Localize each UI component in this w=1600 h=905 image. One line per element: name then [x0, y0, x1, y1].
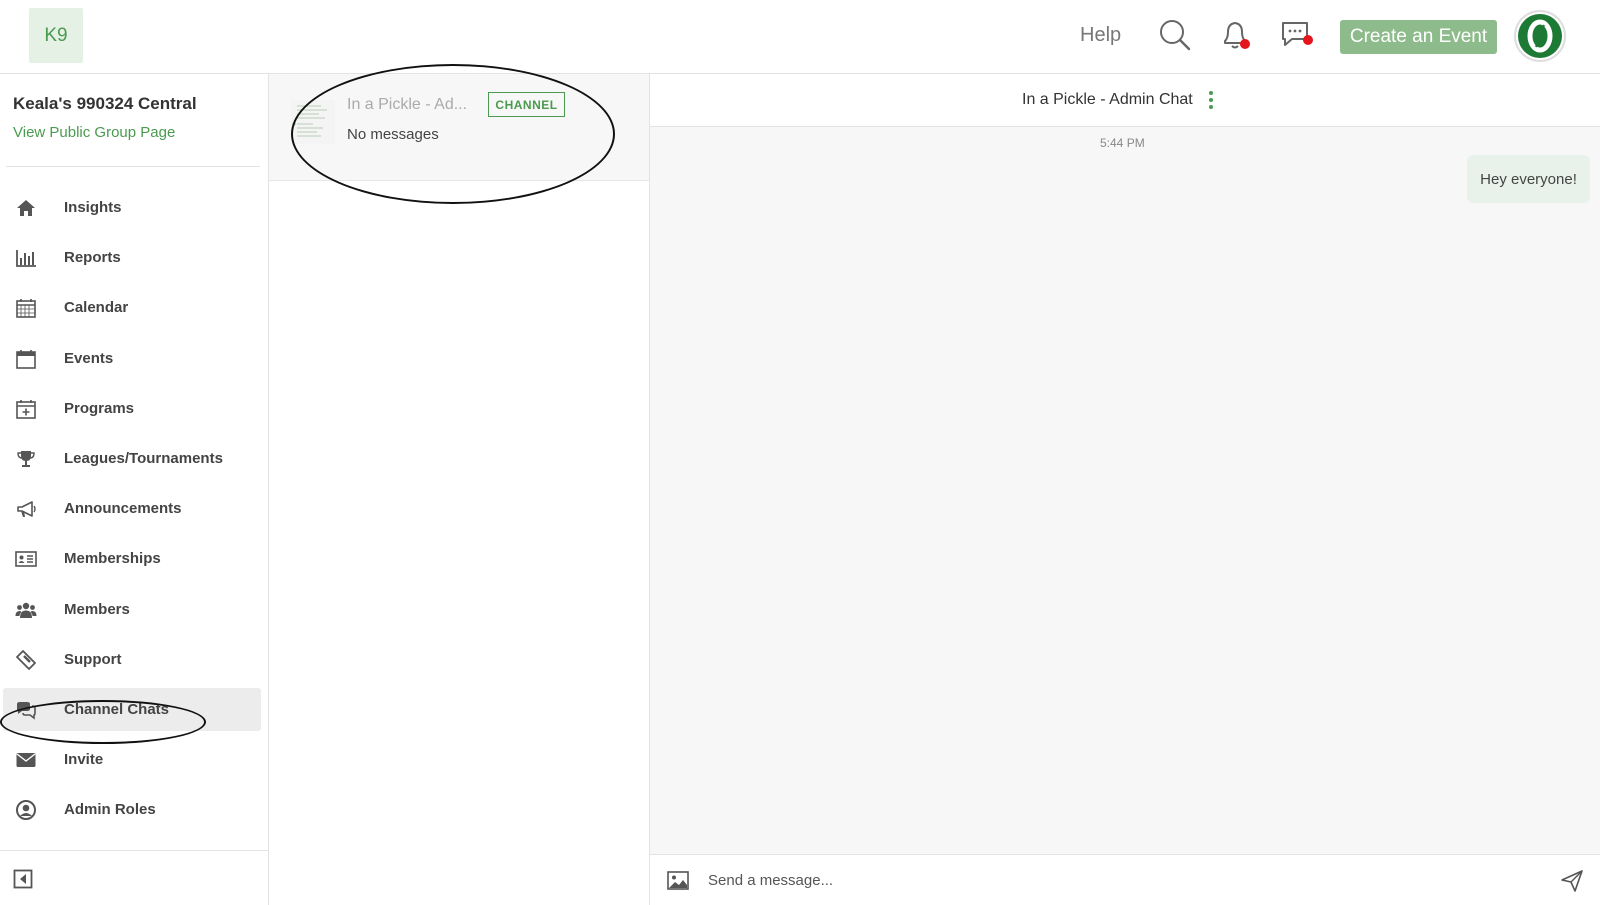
sidebar-item-invite[interactable]: Invite: [3, 738, 261, 781]
sidebar-item-events[interactable]: Events: [3, 337, 261, 380]
message-input[interactable]: [708, 865, 1508, 895]
ticket-icon: [16, 649, 36, 670]
help-link[interactable]: Help: [1080, 24, 1121, 47]
sidebar-item-label: Members: [64, 600, 130, 618]
avatar-logo-icon: [1527, 19, 1553, 53]
top-bar: K9 Help Create an Event: [0, 0, 1600, 74]
sidebar-nav: Insights Reports Calendar Events Program…: [3, 186, 261, 838]
sidebar-item-label: Admin Roles: [64, 801, 156, 819]
bell-icon[interactable]: [1218, 18, 1252, 52]
channel-list-item[interactable]: In a Pickle - Ad... CHANNEL No messages: [269, 74, 649, 181]
sidebar-item-label: Reports: [64, 249, 121, 267]
chat-panel: In a Pickle - Admin Chat 5:44 PM Hey eve…: [650, 74, 1600, 905]
calendar-icon: [16, 349, 36, 369]
sidebar-item-label: Channel Chats: [64, 700, 170, 718]
sidebar-item-label: Programs: [64, 399, 135, 417]
sidebar-item-label: Memberships: [64, 550, 161, 568]
envelope-icon: [16, 753, 36, 768]
sidebar-item-label: Support: [64, 650, 122, 668]
sidebar-item-leagues-tournaments[interactable]: Leagues/Tournaments: [3, 437, 261, 480]
sidebar-item-channel-chats[interactable]: Channel Chats: [3, 687, 261, 731]
user-circle-icon: [16, 800, 36, 821]
sidebar-item-announcements[interactable]: Announcements: [3, 487, 261, 530]
sidebar-divider: [6, 166, 260, 167]
image-upload-icon[interactable]: [667, 871, 689, 890]
home-icon: [17, 200, 35, 216]
sidebar: Keala's 990324 Central View Public Group…: [0, 74, 269, 905]
sidebar-item-admin-roles[interactable]: Admin Roles: [3, 788, 261, 831]
sidebar-item-support[interactable]: Support: [3, 638, 261, 681]
megaphone-icon: [17, 501, 36, 518]
trophy-icon: [17, 450, 35, 467]
send-icon[interactable]: [1560, 869, 1584, 893]
sidebar-item-memberships[interactable]: Memberships: [3, 537, 261, 580]
message-composer: [650, 854, 1600, 905]
search-icon[interactable]: [1158, 18, 1192, 52]
sidebar-item-label: Calendar: [64, 299, 129, 317]
calendar-plus-icon: [16, 399, 36, 419]
chat-header: In a Pickle - Admin Chat: [650, 74, 1600, 127]
sidebar-item-insights[interactable]: Insights: [3, 186, 261, 229]
message-timestamp: 5:44 PM: [1100, 136, 1145, 150]
message-bubble: Hey everyone!: [1467, 155, 1590, 203]
sidebar-item-label: Events: [64, 349, 114, 367]
more-vertical-icon[interactable]: [1208, 90, 1214, 110]
sidebar-bottom-divider: [0, 850, 268, 851]
collapse-sidebar-icon[interactable]: [13, 869, 33, 889]
chat-bubbles-icon: [17, 701, 36, 720]
sidebar-item-label: Invite: [64, 751, 104, 769]
sidebar-item-label: Insights: [64, 199, 122, 216]
channel-badge: CHANNEL: [488, 92, 565, 117]
create-event-button[interactable]: Create an Event: [1340, 20, 1497, 54]
sidebar-item-label: Leagues/Tournaments: [64, 449, 223, 467]
id-card-icon: [15, 551, 37, 568]
calendar-grid-icon: [16, 299, 36, 319]
chat-title: In a Pickle - Admin Chat: [1022, 91, 1193, 108]
group-name: Keala's 990324 Central: [13, 94, 197, 113]
bar-chart-icon: [16, 250, 36, 268]
sidebar-item-members[interactable]: Members: [3, 588, 261, 631]
channel-name: In a Pickle - Ad...: [347, 96, 468, 113]
sidebar-item-reports[interactable]: Reports: [3, 236, 261, 279]
sidebar-item-programs[interactable]: Programs: [3, 387, 261, 430]
avatar[interactable]: [1514, 10, 1566, 62]
message-dot-icon: [1303, 35, 1313, 45]
channel-thumbnail-icon: [291, 100, 335, 144]
users-icon: [15, 602, 37, 618]
group-logo[interactable]: K9: [29, 8, 83, 63]
view-public-group-link[interactable]: View Public Group Page: [13, 124, 175, 141]
channel-preview: No messages: [347, 126, 439, 143]
channel-list: In a Pickle - Ad... CHANNEL No messages: [269, 64, 650, 905]
notification-dot-icon: [1240, 39, 1250, 49]
sidebar-item-label: Announcements: [64, 500, 182, 518]
messages-icon[interactable]: [1280, 18, 1314, 52]
sidebar-item-calendar[interactable]: Calendar: [3, 286, 261, 329]
